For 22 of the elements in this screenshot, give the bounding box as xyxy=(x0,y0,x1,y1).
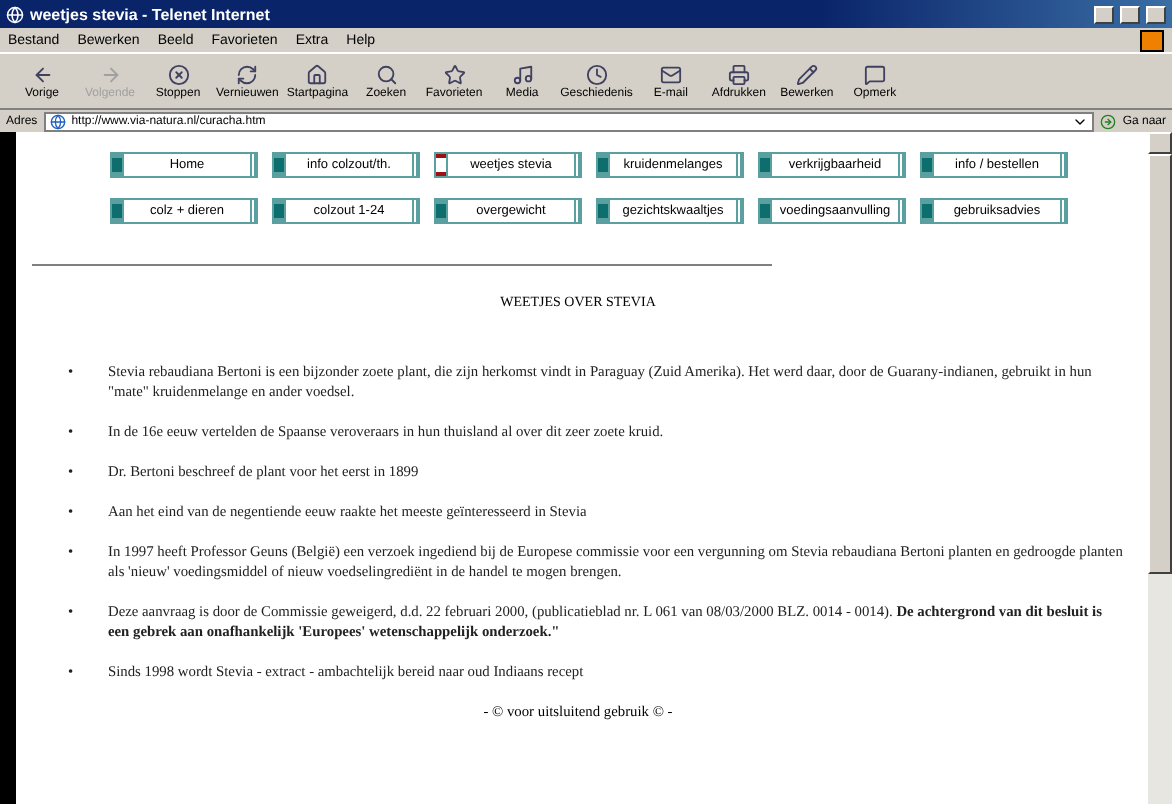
printer-icon xyxy=(727,63,750,85)
go-icon xyxy=(1100,113,1117,129)
home-icon xyxy=(306,63,329,85)
minimize-button[interactable] xyxy=(1094,5,1114,23)
music-note-icon xyxy=(511,63,534,85)
star-icon xyxy=(443,63,466,85)
close-button[interactable] xyxy=(1146,5,1166,23)
page-icon xyxy=(49,113,66,129)
mail-icon xyxy=(659,63,682,85)
logo-icon xyxy=(1140,29,1164,51)
scrollbar[interactable] xyxy=(1148,132,1172,804)
pencil-icon xyxy=(795,63,818,85)
window-title: weetjes stevia - Telenet Internet xyxy=(30,5,272,23)
browser-icon xyxy=(6,5,24,23)
clock-icon xyxy=(585,63,608,85)
refresh-icon xyxy=(236,63,259,85)
stop-icon xyxy=(167,63,189,85)
back-arrow-icon xyxy=(31,63,53,85)
speech-bubble-icon xyxy=(863,63,886,85)
maximize-button[interactable] xyxy=(1120,5,1140,23)
forward-arrow-icon xyxy=(99,63,121,85)
search-icon xyxy=(375,63,398,85)
